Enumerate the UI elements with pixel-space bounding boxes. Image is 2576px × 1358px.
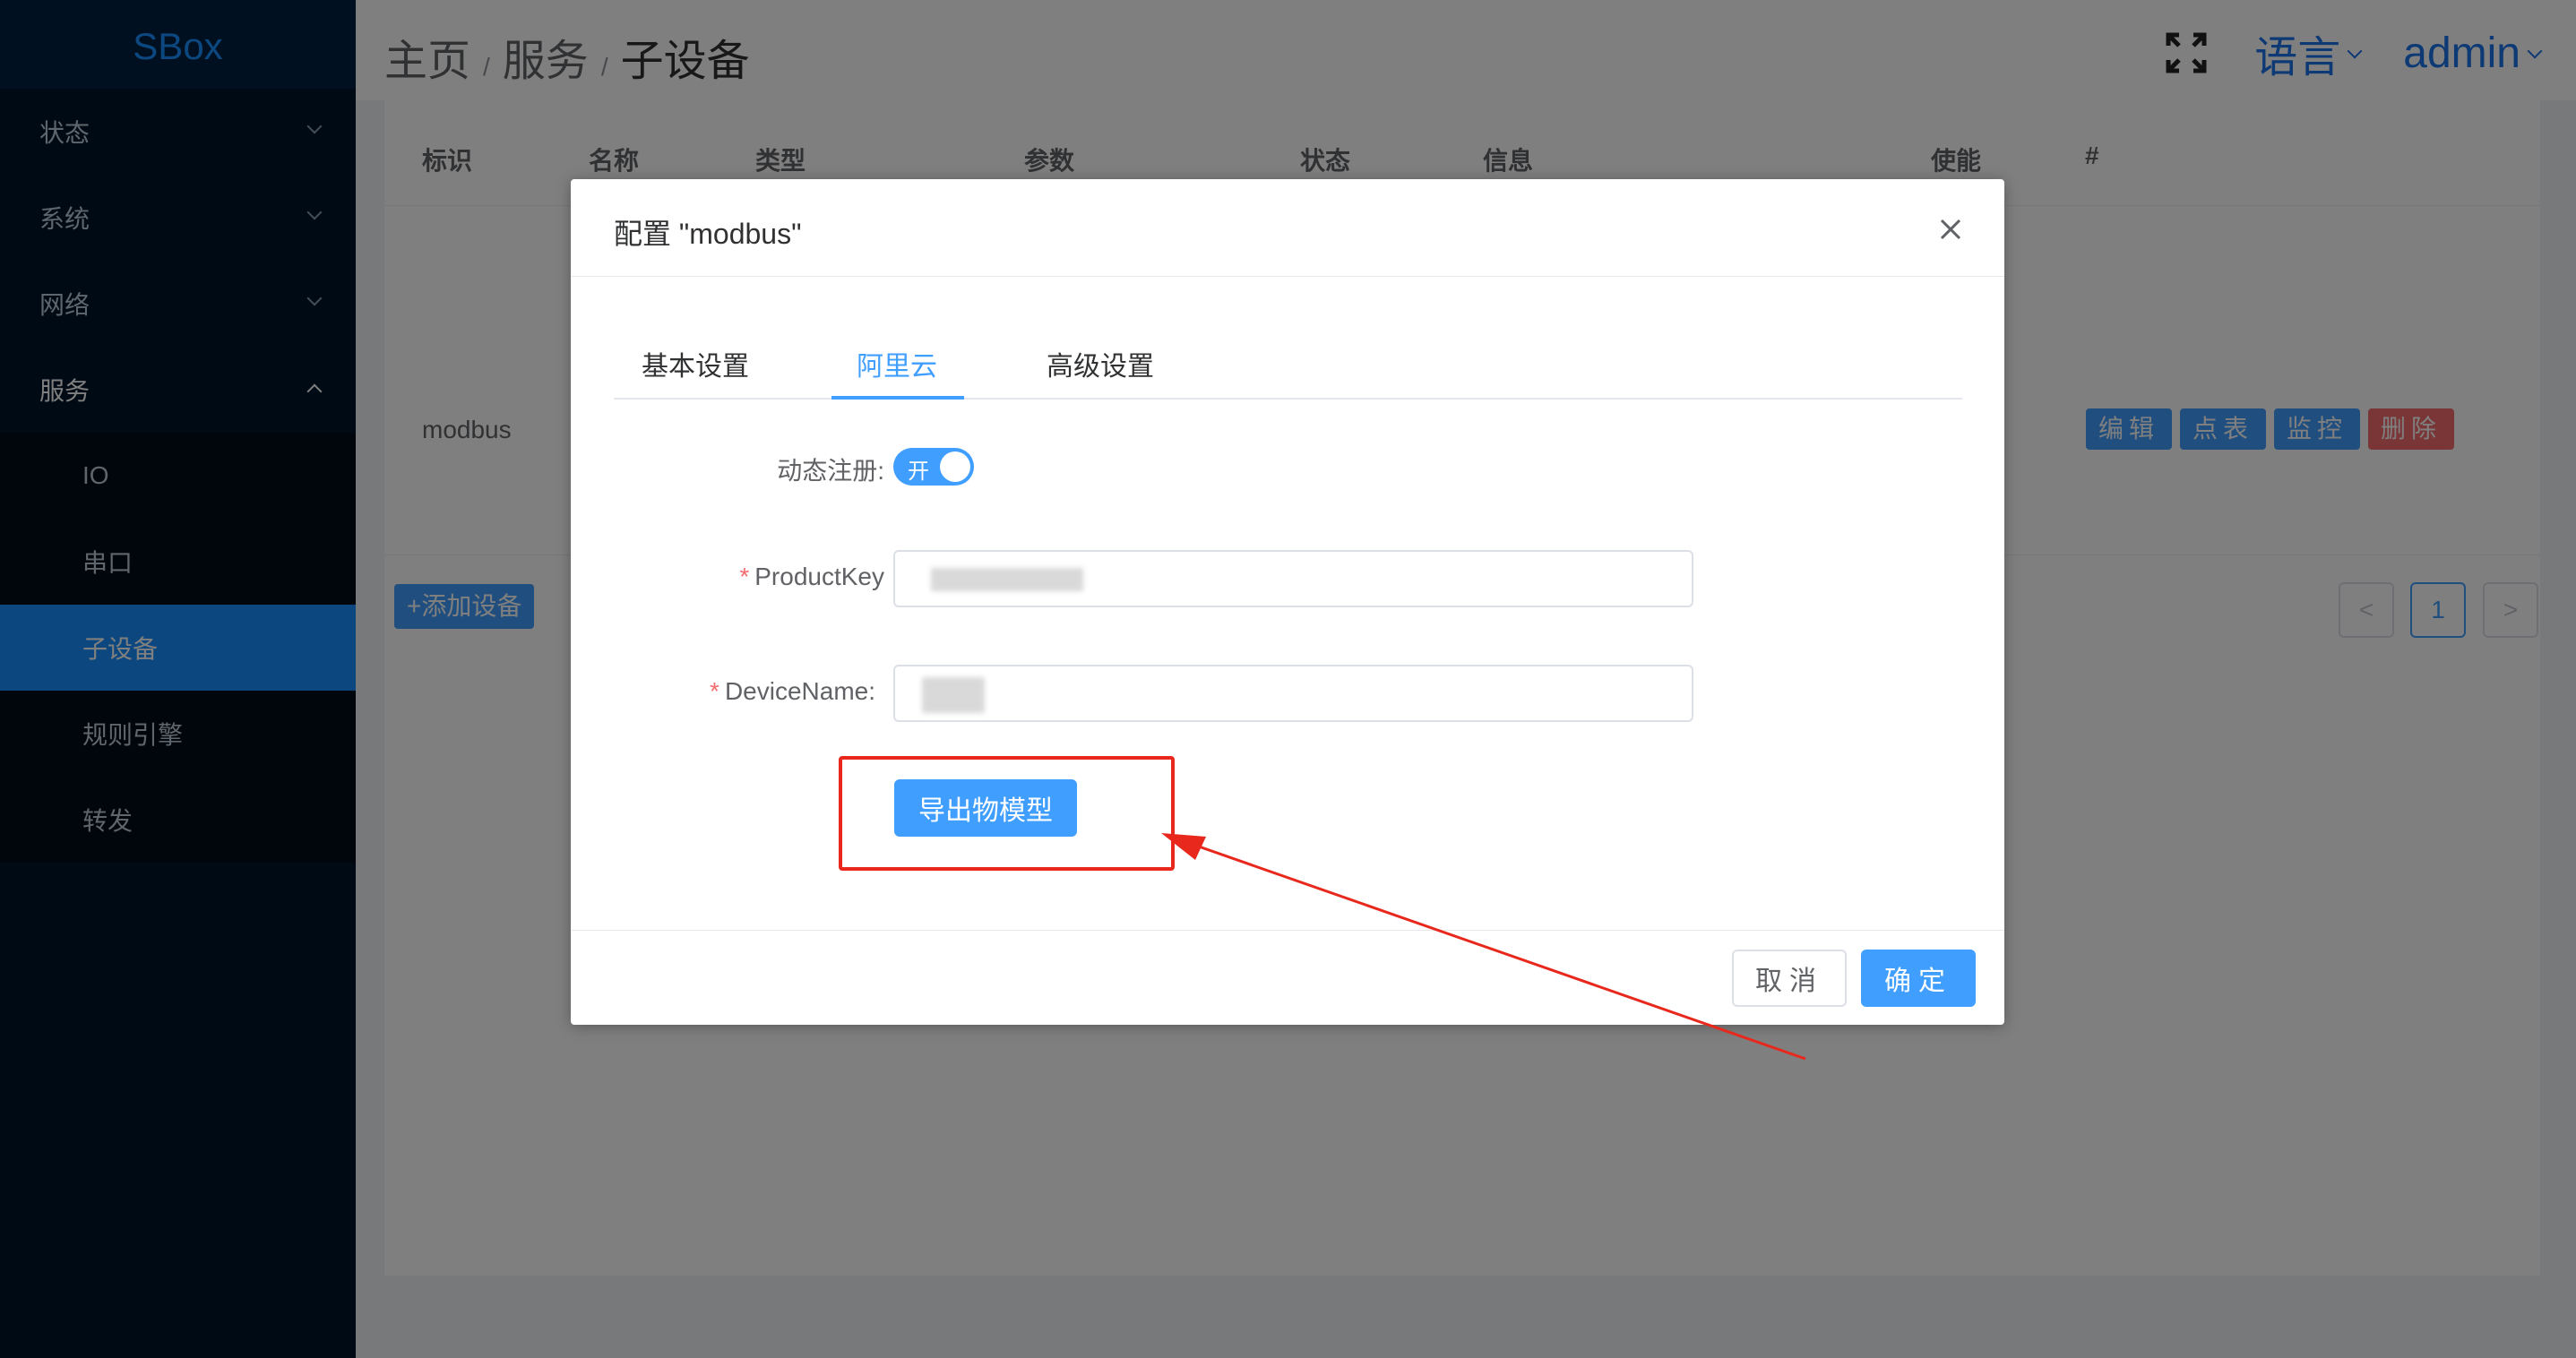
annotation-arrow <box>1161 833 1806 1061</box>
